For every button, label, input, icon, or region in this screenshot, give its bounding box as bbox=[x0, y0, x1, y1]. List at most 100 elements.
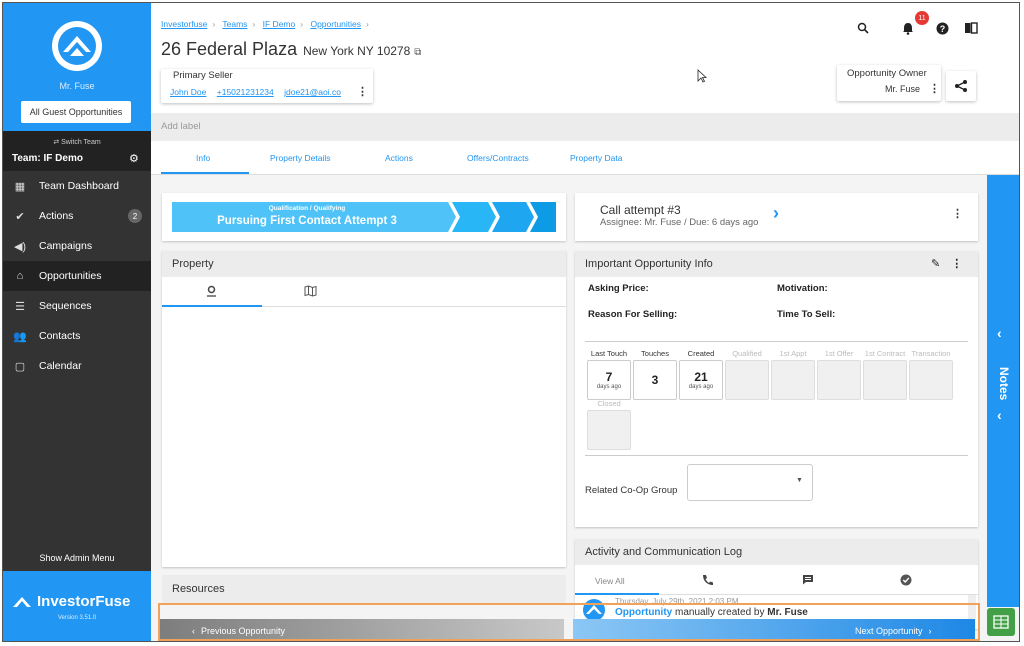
map-icon[interactable] bbox=[304, 285, 317, 300]
divider bbox=[585, 341, 968, 342]
search-icon[interactable] bbox=[855, 22, 871, 37]
version-label: Version 3.51.0 bbox=[57, 615, 97, 621]
bell-icon[interactable] bbox=[900, 22, 916, 38]
metric-1st-offer: 1st Offer bbox=[817, 349, 861, 400]
more-vertical-icon[interactable]: ⋮ bbox=[929, 82, 940, 95]
tab-property-details[interactable]: Property Details bbox=[270, 153, 330, 163]
spreadsheet-button[interactable] bbox=[987, 608, 1015, 636]
more-vertical-icon[interactable]: ⋮ bbox=[952, 207, 963, 220]
sidebar-item-label: Contacts bbox=[39, 330, 81, 342]
seller-phone-link[interactable]: +15021231234 bbox=[217, 87, 274, 97]
active-tab-indicator bbox=[162, 305, 262, 307]
megaphone-icon: ◀) bbox=[13, 240, 27, 253]
breadcrumb-teams[interactable]: Teams bbox=[222, 19, 247, 29]
gear-icon[interactable]: ⚙ bbox=[129, 152, 139, 165]
swap-icon: ⇄ bbox=[53, 139, 62, 146]
next-action-card[interactable]: Call attempt #3 Assignee: Mr. Fuse / Due… bbox=[575, 193, 978, 241]
message-icon[interactable] bbox=[802, 574, 814, 588]
sidebar-item-actions[interactable]: ✔ Actions 2 bbox=[3, 201, 151, 231]
team-name: Team: IF Demo bbox=[12, 153, 83, 164]
sidebar-item-label: Opportunities bbox=[39, 270, 102, 282]
sidebar-item-sequences[interactable]: ☰ Sequences bbox=[3, 291, 151, 321]
action-title: Call attempt #3 bbox=[600, 203, 681, 217]
breadcrumb-if-demo[interactable]: IF Demo bbox=[263, 19, 296, 29]
seller-contact-links: John Doe +15021231234 jdoe21@aoi.co bbox=[170, 87, 349, 97]
sidebar-footer: InvestorFuse Version 3.51.0 bbox=[3, 571, 151, 641]
page-title: 26 Federal Plaza bbox=[161, 39, 298, 59]
motivation-label: Motivation: bbox=[777, 283, 828, 294]
sidebar-item-contacts[interactable]: 👥 Contacts bbox=[3, 321, 151, 351]
phone-icon[interactable] bbox=[701, 574, 714, 589]
resources-card-title[interactable]: Resources bbox=[162, 575, 566, 603]
sidebar-item-label: Campaigns bbox=[39, 240, 93, 252]
switch-team-label: Switch Team bbox=[61, 139, 101, 146]
share-icon bbox=[955, 80, 967, 92]
coop-group-label: Related Co-Op Group bbox=[585, 485, 678, 496]
sidebar-item-calendar[interactable]: ▢ Calendar bbox=[3, 351, 151, 381]
share-button[interactable] bbox=[946, 71, 976, 101]
calendar-icon: ▢ bbox=[14, 360, 26, 373]
seller-email-link[interactable]: jdoe21@aoi.co bbox=[284, 87, 341, 97]
activity-card-title: Activity and Communication Log bbox=[575, 539, 978, 565]
add-label-placeholder: Add label bbox=[161, 121, 201, 132]
breadcrumb-opportunities[interactable]: Opportunities bbox=[310, 19, 361, 29]
caret-down-icon: ▼ bbox=[796, 477, 803, 484]
metric-last-touch: Last Touch 7 days ago bbox=[587, 349, 631, 400]
home-icon: ⌂ bbox=[16, 270, 24, 282]
pipeline-stage-group: Qualification / Qualifying bbox=[268, 205, 346, 212]
check-circle-icon: ✔ bbox=[15, 210, 25, 223]
actions-count-badge: 2 bbox=[128, 209, 142, 223]
app-window: Mr. Fuse All Guest Opportunities ⇄ Switc… bbox=[2, 2, 1020, 642]
switch-team-button[interactable]: ⇄ Switch Team bbox=[3, 138, 151, 146]
metric-qualified: Qualified bbox=[725, 349, 769, 400]
metric-touches: Touches 3 bbox=[633, 349, 677, 400]
username: Mr. Fuse bbox=[59, 81, 95, 91]
all-guest-opportunities-button[interactable]: All Guest Opportunities bbox=[21, 101, 131, 123]
mouse-cursor-icon bbox=[697, 69, 707, 83]
page-subtitle: New York NY 10278 bbox=[303, 44, 411, 58]
tab-offers-contracts[interactable]: Offers/Contracts bbox=[467, 153, 529, 163]
active-tab-indicator bbox=[161, 172, 249, 174]
chevron-right-icon[interactable]: › bbox=[773, 203, 779, 224]
add-label-bar[interactable]: Add label bbox=[151, 113, 1019, 141]
check-circle-icon[interactable] bbox=[900, 574, 912, 589]
pencil-icon[interactable]: ✎ bbox=[931, 258, 940, 270]
page-title-row: 26 Federal Plaza New York NY 10278 ⧉ bbox=[161, 39, 421, 60]
spreadsheet-icon bbox=[993, 615, 1009, 629]
chevron-left-icon[interactable]: ‹ bbox=[997, 325, 1002, 341]
metric-closed: Closed bbox=[587, 399, 631, 450]
chevron-right-icon: › bbox=[252, 19, 256, 29]
tab-actions[interactable]: Actions bbox=[385, 153, 413, 163]
important-opportunity-info-card: Important Opportunity Info ✎ ⋮ Asking Pr… bbox=[575, 251, 978, 527]
notes-panel-tab[interactable]: ‹ Notes ‹ bbox=[987, 175, 1019, 607]
more-vertical-icon[interactable]: ⋮ bbox=[951, 258, 962, 270]
book-icon[interactable] bbox=[963, 22, 979, 37]
svg-text:?: ? bbox=[939, 24, 945, 34]
location-pin-icon[interactable] bbox=[206, 285, 217, 300]
metric-transaction: Transaction bbox=[909, 349, 953, 400]
copy-icon[interactable]: ⧉ bbox=[414, 47, 421, 58]
help-icon[interactable]: ? bbox=[934, 22, 950, 38]
seller-name-link[interactable]: John Doe bbox=[170, 87, 206, 97]
show-admin-menu-button[interactable]: Show Admin Menu bbox=[3, 553, 151, 563]
metric-1st-contract: 1st Contract bbox=[863, 349, 907, 400]
chevron-right-icon: › bbox=[212, 19, 216, 29]
more-vertical-icon[interactable]: ⋮ bbox=[357, 85, 368, 98]
reason-for-selling-label: Reason For Selling: bbox=[588, 309, 678, 320]
tab-property-data[interactable]: Property Data bbox=[570, 153, 622, 163]
breadcrumb-investorfuse[interactable]: Investorfuse bbox=[161, 19, 207, 29]
sidebar-item-label: Calendar bbox=[39, 360, 82, 372]
activity-tabs: View All bbox=[575, 565, 978, 595]
tab-info[interactable]: Info bbox=[196, 153, 210, 163]
metric-1st-appt: 1st Appt bbox=[771, 349, 815, 400]
chevron-left-icon[interactable]: ‹ bbox=[997, 407, 1002, 423]
notes-label: Notes bbox=[997, 367, 1011, 401]
sidebar-item-opportunities[interactable]: ⌂ Opportunities bbox=[3, 261, 151, 291]
property-card: Property bbox=[162, 251, 566, 567]
sidebar-item-team-dashboard[interactable]: ▦ Team Dashboard bbox=[3, 171, 151, 201]
tab-view-all[interactable]: View All bbox=[595, 576, 625, 586]
sidebar-item-campaigns[interactable]: ◀) Campaigns bbox=[3, 231, 151, 261]
time-to-sell-label: Time To Sell: bbox=[777, 309, 836, 320]
coop-group-select[interactable]: ▼ bbox=[687, 464, 813, 501]
brand-logo: InvestorFuse bbox=[13, 593, 130, 610]
